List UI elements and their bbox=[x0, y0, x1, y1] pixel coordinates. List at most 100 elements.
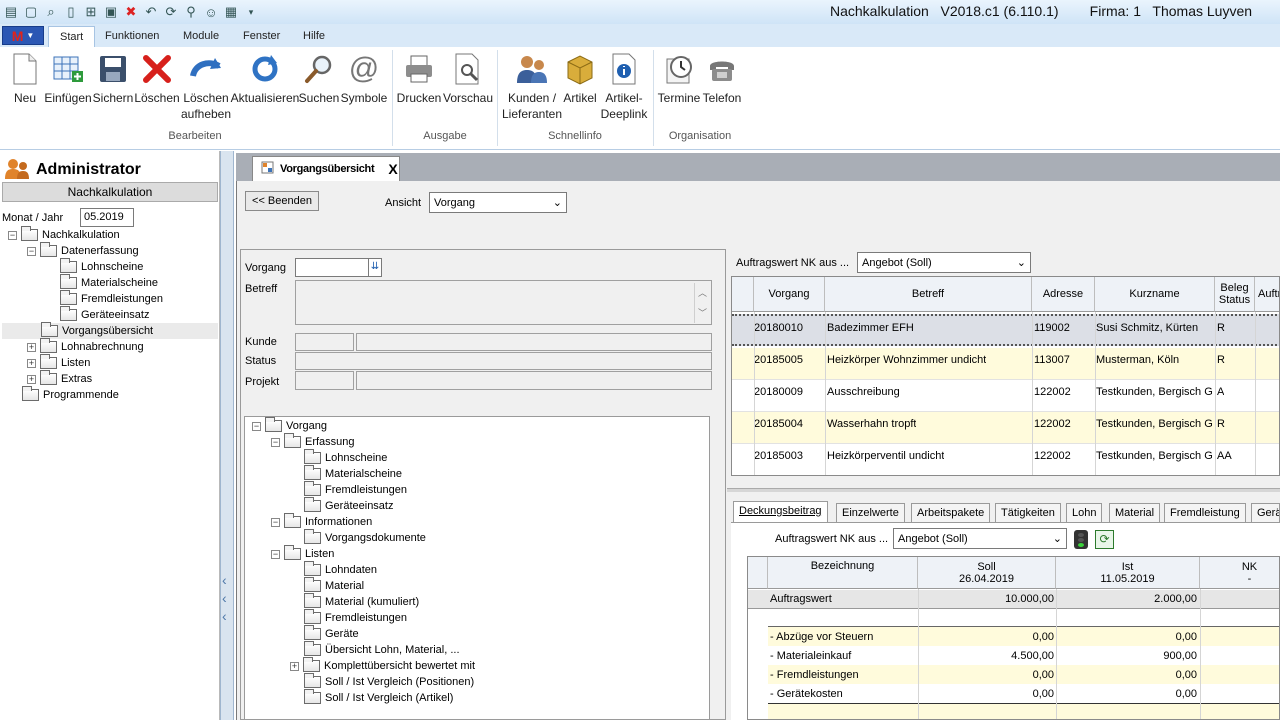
vtree-vorgang[interactable]: − Vorgang bbox=[252, 417, 327, 434]
view-select[interactable]: Vorgang ⌄ bbox=[429, 192, 567, 213]
vtree-komplettuebersicht[interactable]: + Komplettübersicht bewertet mit bbox=[290, 657, 475, 674]
article-icon[interactable]: ▦ bbox=[222, 3, 240, 21]
tree-item-vorgangsuebersicht[interactable]: Vorgangsübersicht bbox=[2, 322, 218, 339]
customize-dropdown-icon[interactable]: ▾ bbox=[242, 3, 260, 21]
collapse-icon[interactable]: − bbox=[252, 421, 261, 431]
tab-deckungsbeitrag[interactable]: Deckungsbeitrag bbox=[733, 501, 828, 523]
customers-suppliers-button[interactable]: Kunden / Lieferanten bbox=[502, 52, 562, 122]
tab-material[interactable]: Material bbox=[1109, 503, 1161, 523]
refresh-button[interactable]: Aktualisieren bbox=[231, 52, 299, 106]
tab-start[interactable]: Start bbox=[48, 26, 96, 47]
refresh-calc-icon[interactable]: ⟳ bbox=[1095, 530, 1114, 549]
collapse-arrows-icon[interactable]: ‹ ‹ ‹ bbox=[222, 571, 227, 625]
phone-button[interactable]: Telefon bbox=[702, 52, 742, 106]
save-button[interactable]: Sichern bbox=[93, 52, 133, 106]
vtree-geraeteeinsatz[interactable]: Geräteeinsatz bbox=[304, 497, 393, 514]
tab-hilfe[interactable]: Hilfe bbox=[292, 26, 336, 47]
vtree-materialscheine[interactable]: Materialscheine bbox=[304, 465, 402, 482]
db-nk-source-select[interactable]: Angebot (Soll) ⌄ bbox=[893, 528, 1067, 549]
module-header[interactable]: Nachkalkulation bbox=[2, 182, 218, 202]
tab-einzelwerte[interactable]: Einzelwerte bbox=[836, 503, 905, 523]
tree-item-nachkalkulation[interactable]: − Nachkalkulation bbox=[8, 226, 120, 243]
undo-icon[interactable]: ↶ bbox=[142, 3, 160, 21]
table-row[interactable]: - Gerätekosten 0,00 0,00 bbox=[768, 684, 1279, 703]
tree-item-materialscheine[interactable]: Materialscheine bbox=[60, 274, 158, 291]
print-button[interactable]: Drucken bbox=[397, 52, 441, 106]
collapse-icon[interactable]: − bbox=[8, 230, 17, 240]
tab-fenster[interactable]: Fenster bbox=[232, 26, 291, 47]
delete-button[interactable]: Löschen bbox=[134, 52, 180, 106]
vtree-material-kumuliert[interactable]: Material (kumuliert) bbox=[304, 593, 419, 610]
refresh-icon[interactable]: ⟳ bbox=[162, 3, 180, 21]
article-deeplink-button[interactable]: Artikel- Deeplink bbox=[600, 52, 648, 122]
tab-lohn[interactable]: Lohn bbox=[1066, 503, 1103, 523]
article-button[interactable]: Artikel bbox=[562, 52, 598, 106]
table-row[interactable]: 20185003 Heizkörperventil undicht 122002 Te… bbox=[732, 444, 1279, 475]
tree-item-datenerfassung[interactable]: − Datenerfassung bbox=[27, 242, 139, 259]
collapse-icon[interactable]: − bbox=[271, 549, 280, 559]
tree-item-programmende[interactable]: Programmende bbox=[22, 386, 119, 403]
insert-button[interactable]: Einfügen bbox=[44, 52, 92, 106]
save-icon[interactable]: ▣ bbox=[102, 3, 120, 21]
vtree-informationen[interactable]: − Informationen bbox=[271, 513, 372, 530]
vtree-fremdleistungen-liste[interactable]: Fremdleistungen bbox=[304, 609, 407, 626]
new-button[interactable]: Neu bbox=[8, 52, 42, 106]
expand-icon[interactable]: + bbox=[27, 374, 36, 384]
collapse-icon[interactable]: − bbox=[271, 437, 280, 447]
vtree-erfassung[interactable]: − Erfassung bbox=[271, 433, 355, 450]
tab-arbeitspakete[interactable]: Arbeitspakete bbox=[911, 503, 991, 523]
tab-funktionen[interactable]: Funktionen bbox=[94, 26, 170, 47]
traffic-light-icon[interactable] bbox=[1074, 530, 1088, 549]
lookup-arrow-icon[interactable]: ⇊ bbox=[368, 258, 382, 277]
vtree-listen[interactable]: − Listen bbox=[271, 545, 334, 562]
table-row[interactable]: 20185004 Wasserhahn tropft 122002 Testkunde… bbox=[732, 412, 1279, 444]
textarea-scrollbar[interactable]: ︿ ﹀ bbox=[694, 283, 710, 323]
col-betreff[interactable]: Betreff bbox=[825, 277, 1032, 312]
tree-item-listen[interactable]: + Listen bbox=[27, 354, 90, 371]
expand-icon[interactable]: + bbox=[27, 358, 36, 368]
col-adresse[interactable]: Adresse bbox=[1032, 277, 1095, 312]
tree-item-fremdleistungen[interactable]: Fremdleistungen bbox=[60, 290, 163, 307]
nk-source-select[interactable]: Angebot (Soll) ⌄ bbox=[857, 252, 1031, 273]
tab-vorgangsuebersicht[interactable]: Vorgangsübersicht X bbox=[252, 156, 400, 181]
col-nk[interactable]: NK - bbox=[1200, 557, 1279, 589]
tab-module[interactable]: Module bbox=[172, 26, 230, 47]
search-icon[interactable]: ⚲ bbox=[182, 3, 200, 21]
table-row[interactable] bbox=[768, 703, 1279, 719]
vtree-soll-ist-positionen[interactable]: Soll / Ist Vergleich (Positionen) bbox=[304, 673, 474, 690]
col-auftrag[interactable]: Auftr bbox=[1255, 277, 1279, 312]
preview-button[interactable]: Vorschau bbox=[443, 52, 493, 106]
undo-delete-button[interactable]: Löschen aufheben bbox=[181, 52, 231, 122]
table-row[interactable]: - Abzüge vor Steuern 0,00 0,00 bbox=[768, 627, 1279, 646]
vtree-vorgangsdokumente[interactable]: Vorgangsdokumente bbox=[304, 529, 426, 546]
col-soll[interactable]: Soll 26.04.2019 bbox=[918, 557, 1056, 589]
vtree-fremdleistungen[interactable]: Fremdleistungen bbox=[304, 481, 407, 498]
delete-icon[interactable]: ✖ bbox=[122, 3, 140, 21]
tree-item-geraeteeinsatz[interactable]: Geräteeinsatz bbox=[60, 306, 149, 323]
table-row[interactable]: 20180009 Ausschreibung 122002 Testkunden, B… bbox=[732, 380, 1279, 412]
tab-geraete[interactable]: Gerä bbox=[1251, 503, 1280, 523]
panel-splitter[interactable]: ‹ ‹ ‹ bbox=[220, 151, 234, 720]
symbols-button[interactable]: @ Symbole bbox=[341, 52, 388, 106]
projekt-id-field[interactable] bbox=[295, 371, 354, 390]
appointments-button[interactable]: Termine bbox=[658, 52, 700, 106]
customers-icon[interactable]: ☺ bbox=[202, 3, 220, 21]
insert-icon[interactable]: ⊞ bbox=[82, 3, 100, 21]
vtree-soll-ist-artikel[interactable]: Soll / Ist Vergleich (Artikel) bbox=[304, 689, 453, 706]
preview-icon[interactable]: ⌕ bbox=[42, 3, 60, 21]
col-ist[interactable]: Ist 11.05.2019 bbox=[1056, 557, 1200, 589]
vorgang-input[interactable] bbox=[295, 258, 369, 277]
col-beleg-status[interactable]: Beleg Status bbox=[1215, 277, 1255, 312]
table-row[interactable]: - Fremdleistungen 0,00 0,00 bbox=[768, 665, 1279, 684]
vtree-uebersicht[interactable]: Übersicht Lohn, Material, ... bbox=[304, 641, 460, 658]
vtree-lohnscheine[interactable]: Lohnscheine bbox=[304, 449, 387, 466]
vtree-lohndaten[interactable]: Lohndaten bbox=[304, 561, 377, 578]
col-bezeichnung[interactable]: Bezeichnung bbox=[768, 557, 918, 589]
horizontal-splitter[interactable] bbox=[727, 488, 1280, 492]
search-button[interactable]: Suchen bbox=[299, 52, 339, 106]
table-row[interactable]: 20180010 Badezimmer EFH 119002 Susi Schmitz… bbox=[732, 314, 1279, 346]
expand-icon[interactable]: + bbox=[290, 661, 299, 671]
tab-fremdleistung[interactable]: Fremdleistung bbox=[1164, 503, 1246, 523]
col-kurzname[interactable]: Kurzname bbox=[1095, 277, 1215, 312]
tab-taetigkeiten[interactable]: Tätigkeiten bbox=[995, 503, 1061, 523]
